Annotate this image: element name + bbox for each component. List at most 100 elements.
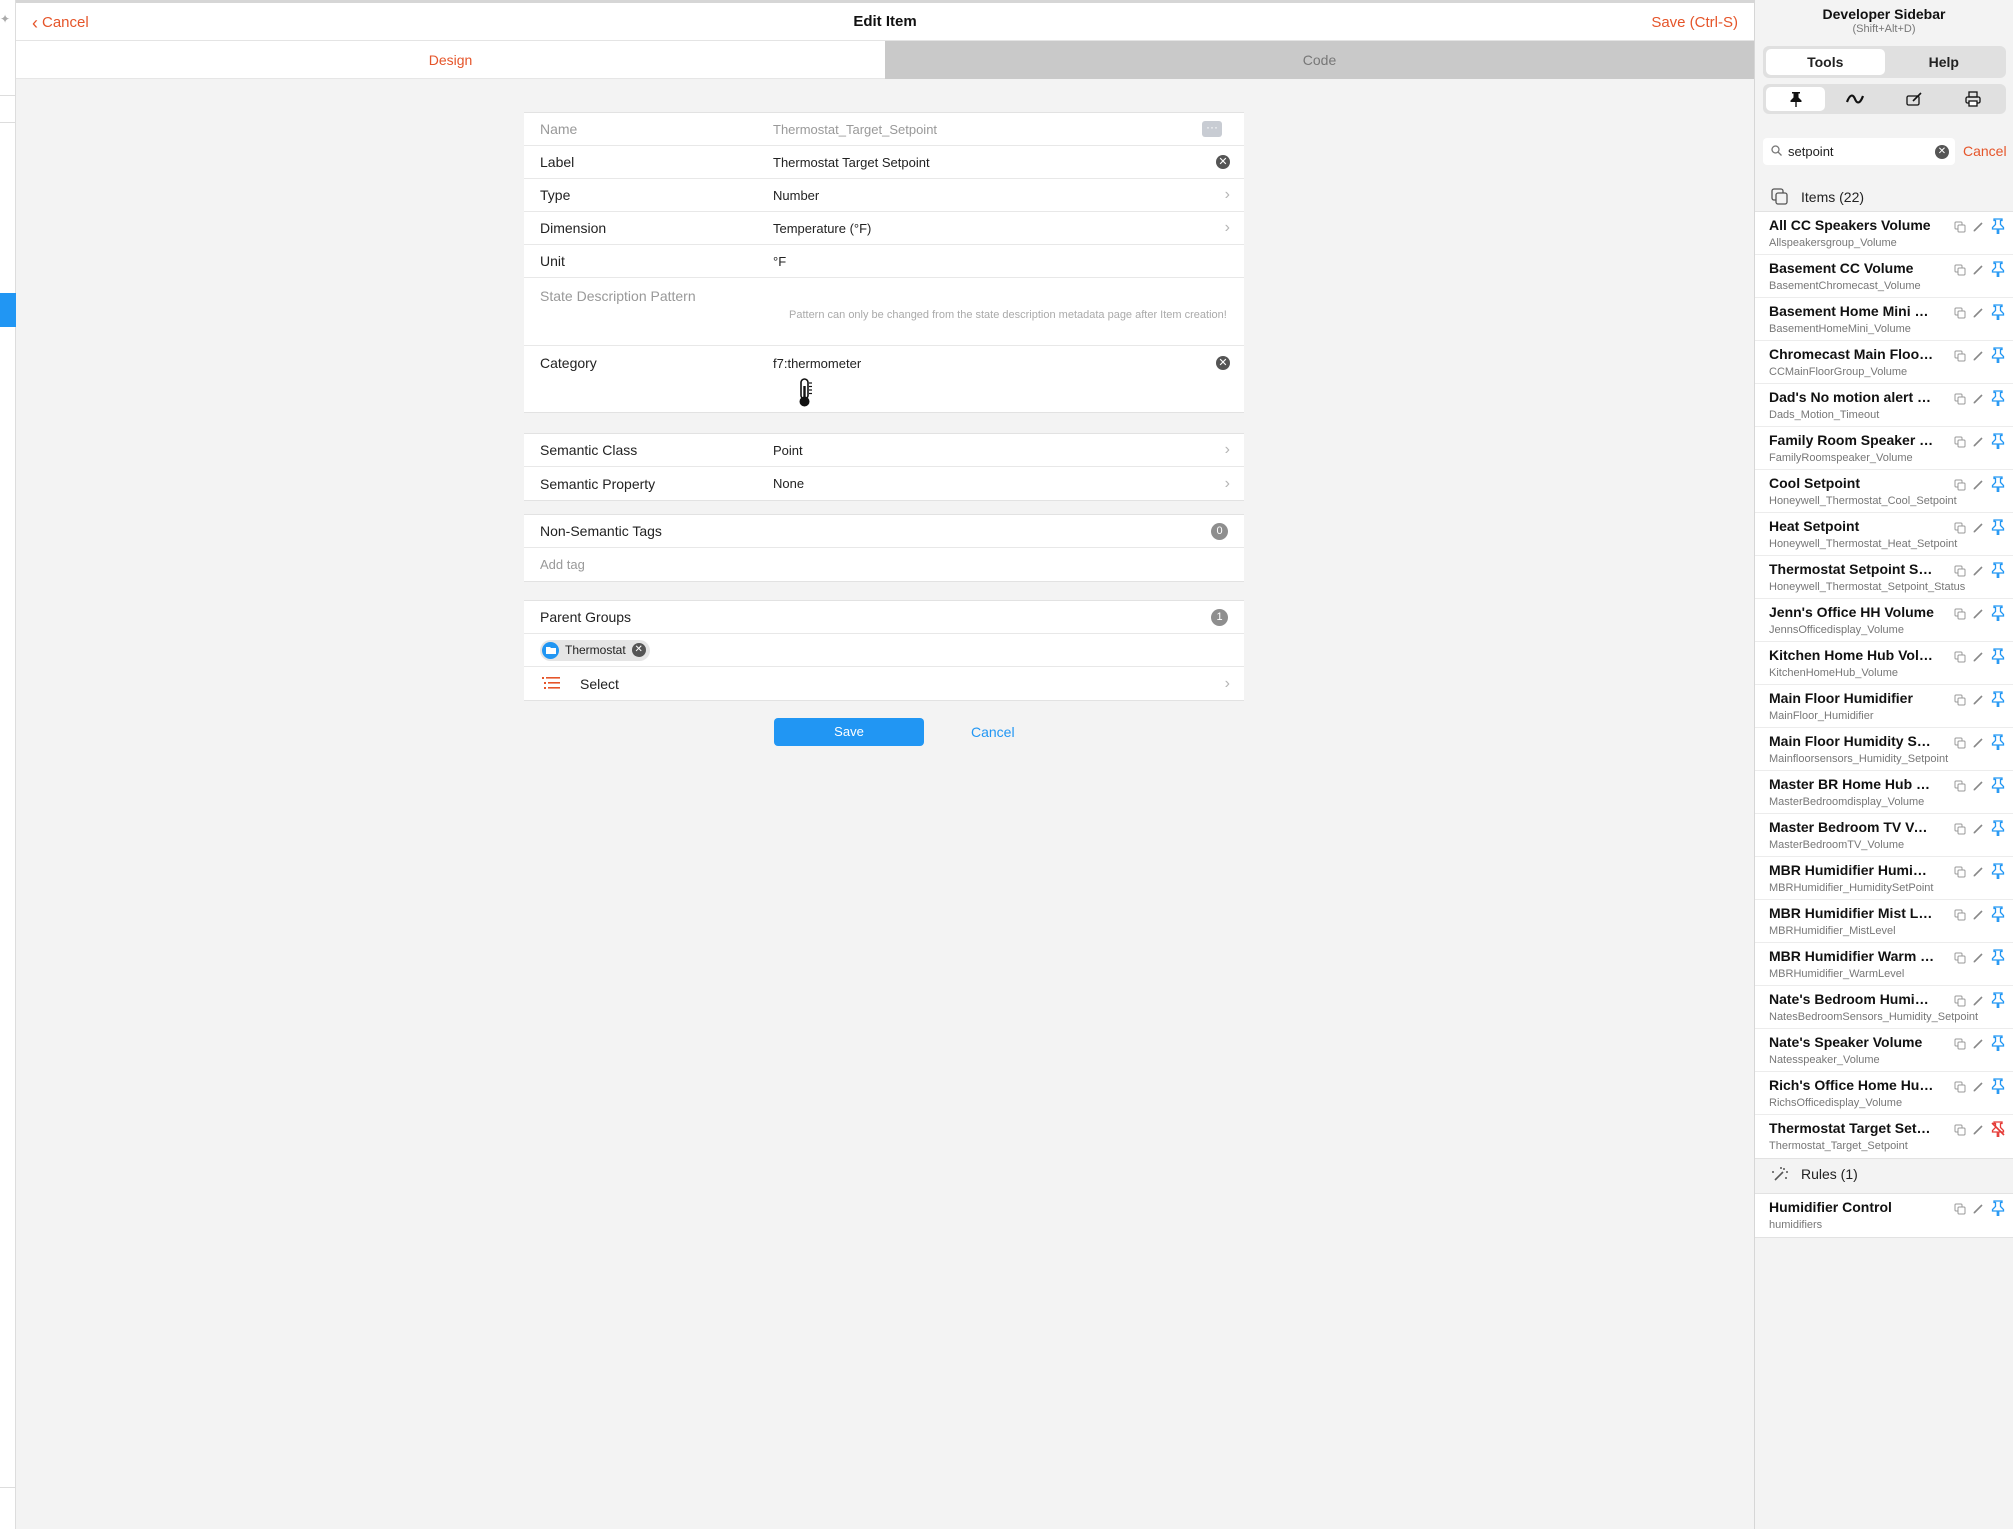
clear-icon[interactable]: ✕ xyxy=(1216,155,1230,169)
copy-icon[interactable] xyxy=(1954,1202,1966,1220)
copy-icon[interactable] xyxy=(1954,736,1966,754)
category-field[interactable]: f7:thermometer xyxy=(773,346,1244,371)
sidebar-list-item[interactable]: Humidifier Control humidifiers xyxy=(1755,1194,2013,1237)
sidebar-search[interactable]: setpoint ✕ xyxy=(1763,138,1955,165)
tab-tools[interactable]: Tools xyxy=(1766,49,1885,75)
pin-icon[interactable] xyxy=(1991,218,2005,239)
pencil-icon[interactable] xyxy=(1972,263,1985,281)
sidebar-list-item[interactable]: Cool Setpoint Honeywell_Thermostat_Cool_S… xyxy=(1755,470,2013,513)
pin-icon[interactable] xyxy=(1991,949,2005,970)
pencil-icon[interactable] xyxy=(1972,865,1985,883)
search-input[interactable]: setpoint xyxy=(1788,144,1935,159)
sidebar-list-item[interactable]: Nate's Bedroom Humidity Setpoint NatesBed… xyxy=(1755,986,2013,1029)
pin-icon[interactable] xyxy=(1991,777,2005,798)
pin-icon[interactable] xyxy=(1991,820,2005,841)
pin-icon[interactable] xyxy=(1991,433,2005,454)
copy-icon[interactable] xyxy=(1954,822,1966,840)
add-tag-input[interactable]: Add tag xyxy=(524,557,773,572)
copy-icon[interactable] xyxy=(1954,994,1966,1012)
pencil-icon[interactable] xyxy=(1972,1202,1985,1220)
sidebar-list-item[interactable]: Family Room Speaker Volume FamilyRoomspea… xyxy=(1755,427,2013,470)
cancel-link[interactable]: ‹ Cancel xyxy=(32,14,89,32)
sidebar-list-item[interactable]: Chromecast Main Floor Group Volume CCMain… xyxy=(1755,341,2013,384)
pencil-icon[interactable] xyxy=(1972,521,1985,539)
copy-icon[interactable] xyxy=(1954,908,1966,926)
copy-icon[interactable] xyxy=(1954,306,1966,324)
copy-icon[interactable] xyxy=(1954,521,1966,539)
pin-icon[interactable] xyxy=(1991,1200,2005,1221)
search-cancel-button[interactable]: Cancel xyxy=(1963,143,2007,159)
clear-icon[interactable]: ✕ xyxy=(1216,356,1230,370)
clear-search-icon[interactable]: ✕ xyxy=(1935,144,1949,159)
pin-icon[interactable] xyxy=(1991,1078,2005,1099)
pencil-icon[interactable] xyxy=(1972,650,1985,668)
edit-tool-button[interactable] xyxy=(1885,87,1944,111)
pin-icon[interactable] xyxy=(1991,476,2005,497)
sidebar-list-item[interactable]: Main Floor Humidity Setpoint Mainfloorsen… xyxy=(1755,728,2013,771)
remove-chip-icon[interactable]: ✕ xyxy=(631,643,646,657)
tab-help[interactable]: Help xyxy=(1885,49,2004,75)
pin-icon[interactable] xyxy=(1991,304,2005,325)
pin-icon[interactable] xyxy=(1991,648,2005,669)
sidebar-list-item[interactable]: Kitchen Home Hub Volume KitchenHomeHub_Vo… xyxy=(1755,642,2013,685)
pencil-icon[interactable] xyxy=(1972,392,1985,410)
pin-icon[interactable] xyxy=(1991,519,2005,540)
copy-icon[interactable] xyxy=(1954,1123,1966,1141)
more-icon[interactable]: ··· xyxy=(1202,121,1222,137)
copy-icon[interactable] xyxy=(1954,650,1966,668)
sidebar-list-item[interactable]: Master BR Home Hub Volume MasterBedroomdi… xyxy=(1755,771,2013,814)
copy-icon[interactable] xyxy=(1954,478,1966,496)
pin-icon[interactable] xyxy=(1991,562,2005,583)
sidebar-list-item[interactable]: Basement CC Volume BasementChromecast_Vol… xyxy=(1755,255,2013,298)
pin-tool-button[interactable] xyxy=(1766,87,1826,111)
name-field[interactable]: Thermostat_Target_Setpoint xyxy=(773,122,1244,137)
pin-icon[interactable] xyxy=(1991,261,2005,282)
copy-icon[interactable] xyxy=(1954,865,1966,883)
sidebar-list-item[interactable]: Master Bedroom TV Volume MasterBedroomTV_… xyxy=(1755,814,2013,857)
copy-icon[interactable] xyxy=(1954,220,1966,238)
copy-icon[interactable] xyxy=(1954,607,1966,625)
copy-icon[interactable] xyxy=(1954,1037,1966,1055)
select-groups-row[interactable]: Select › xyxy=(524,667,1244,700)
unit-field[interactable]: °F xyxy=(773,254,1244,269)
cancel-button[interactable]: Cancel xyxy=(971,724,1015,740)
pin-icon[interactable] xyxy=(1991,992,2005,1013)
copy-icon[interactable] xyxy=(1954,951,1966,969)
pencil-icon[interactable] xyxy=(1972,1080,1985,1098)
pencil-icon[interactable] xyxy=(1972,994,1985,1012)
copy-icon[interactable] xyxy=(1954,435,1966,453)
label-field[interactable]: Thermostat Target Setpoint xyxy=(773,155,1244,170)
sidebar-list-item[interactable]: MBR Humidifier Warm Level MBRHumidifier_W… xyxy=(1755,943,2013,986)
pin-icon[interactable] xyxy=(1991,390,2005,411)
save-button[interactable]: Save xyxy=(774,718,924,746)
copy-icon[interactable] xyxy=(1954,392,1966,410)
group-chip[interactable]: Thermostat ✕ xyxy=(540,639,650,661)
pencil-icon[interactable] xyxy=(1972,564,1985,582)
sidebar-list-item[interactable]: MBR Humidifier Mist Level MBRHumidifier_M… xyxy=(1755,900,2013,943)
pin-icon[interactable] xyxy=(1991,863,2005,884)
semantic-property-row[interactable]: Semantic Property None › xyxy=(524,467,1244,500)
pencil-icon[interactable] xyxy=(1972,435,1985,453)
print-tool-button[interactable] xyxy=(1944,87,2003,111)
pin-icon[interactable] xyxy=(1991,691,2005,712)
sidebar-list-item[interactable]: Thermostat Setpoint Status Honeywell_Ther… xyxy=(1755,556,2013,599)
sidebar-list-item[interactable]: Nate's Speaker Volume Natesspeaker_Volume xyxy=(1755,1029,2013,1072)
copy-icon[interactable] xyxy=(1954,1080,1966,1098)
wave-tool-button[interactable] xyxy=(1825,87,1884,111)
pencil-icon[interactable] xyxy=(1972,478,1985,496)
pin-icon[interactable] xyxy=(1991,906,2005,927)
copy-icon[interactable] xyxy=(1954,779,1966,797)
pencil-icon[interactable] xyxy=(1972,1123,1985,1141)
pencil-icon[interactable] xyxy=(1972,349,1985,367)
save-link[interactable]: Save (Ctrl-S) xyxy=(1651,14,1738,31)
pin-icon[interactable] xyxy=(1991,1035,2005,1056)
pin-icon[interactable] xyxy=(1991,734,2005,755)
sidebar-list-item[interactable]: Rich's Office Home Hub Volume RichsOffice… xyxy=(1755,1072,2013,1115)
sidebar-list-item[interactable]: MBR Humidifier Humidity SetPoint MBRHumid… xyxy=(1755,857,2013,900)
sidebar-list-item[interactable]: Heat Setpoint Honeywell_Thermostat_Heat_S… xyxy=(1755,513,2013,556)
pin-icon[interactable] xyxy=(1991,347,2005,368)
type-row[interactable]: Type Number › xyxy=(524,179,1244,212)
pencil-icon[interactable] xyxy=(1972,736,1985,754)
pencil-icon[interactable] xyxy=(1972,779,1985,797)
pencil-icon[interactable] xyxy=(1972,220,1985,238)
